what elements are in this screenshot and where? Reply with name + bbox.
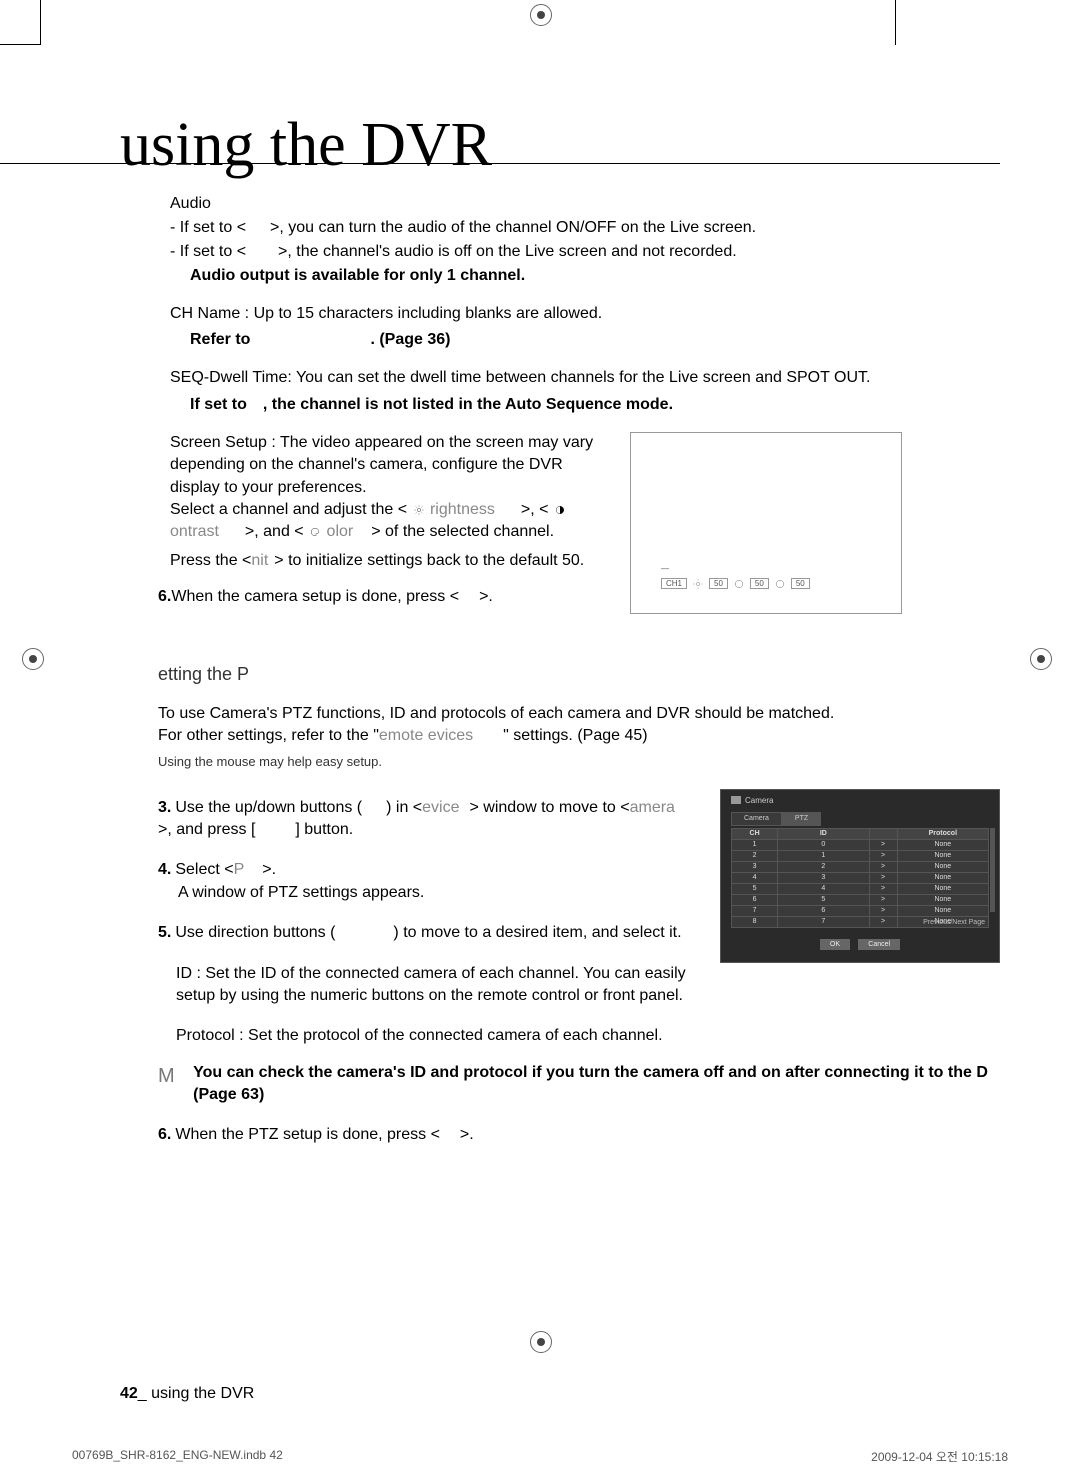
ptz-settings-screenshot: Camera Camera PTZ CH ID Protocol 10>None xyxy=(720,789,1000,963)
step-6-ptz: 6.When the PTZ setup is done, press <>. xyxy=(158,1124,1000,1146)
preview-brightness: 50 xyxy=(709,578,728,589)
preview-color: 50 xyxy=(791,578,810,589)
step-3: 3.Use the up/down buttons () in <evice> … xyxy=(158,797,700,842)
ptz-heading: etting the P xyxy=(158,664,1000,685)
page-footer: 42_ using the DVR xyxy=(120,1385,254,1403)
registration-mark xyxy=(530,1331,552,1353)
tab-camera[interactable]: Camera xyxy=(731,812,782,826)
registration-mark xyxy=(1030,648,1052,670)
cancel-button[interactable]: Cancel xyxy=(858,939,900,950)
protocol-description: Protocol : Set the protocol of the conne… xyxy=(176,1025,1000,1047)
screen-adjust-text: Select a channel and adjust the < rightn… xyxy=(170,499,610,544)
mouse-tip: Using the mouse may help easy setup. xyxy=(158,754,1000,769)
id-description: ID : Set the ID of the connected camera … xyxy=(176,963,700,1008)
scan-date: 2009-12-04 오전 10:15:18 xyxy=(871,1448,1008,1465)
chname-refer: Refer to. (Page 36) xyxy=(190,331,1000,349)
contrast-icon xyxy=(555,505,565,515)
tab-ptz[interactable]: PTZ xyxy=(782,812,821,826)
scrollbar[interactable] xyxy=(990,828,995,912)
pager-label: Previous/Next Page xyxy=(923,919,985,926)
registration-mark xyxy=(530,4,552,26)
chname-line: CH Name : Up to 15 characters including … xyxy=(170,303,1000,325)
preview-channel: CH1 xyxy=(661,578,687,589)
contrast-icon xyxy=(734,579,744,589)
ptz-table: CH ID Protocol 10>None 21>None 32>None 4… xyxy=(731,828,989,928)
registration-mark xyxy=(22,648,44,670)
screen-init-text: Press the <nit> to initialize settings b… xyxy=(170,550,610,572)
ptz-intro: To use Camera's PTZ functions, ID and pr… xyxy=(158,703,1000,748)
brightness-icon xyxy=(414,505,424,515)
scan-footer: 00769B_SHR-8162_ENG-NEW.indb 42 2009-12-… xyxy=(72,1448,1008,1465)
step-4: 4.Select <P>. A window of PTZ settings a… xyxy=(158,859,700,904)
audio-heading: Audio xyxy=(170,195,1000,213)
audio-line2: - If set to <>, the channel's audio is o… xyxy=(170,243,1000,261)
color-icon xyxy=(310,527,320,537)
brightness-icon xyxy=(693,579,703,589)
color-icon xyxy=(775,579,785,589)
audio-line1: - If set to <>, you can turn the audio o… xyxy=(170,219,1000,237)
screen-setup-text: Screen Setup : The video appeared on the… xyxy=(170,432,610,499)
note-icon: M xyxy=(158,1062,175,1090)
camera-icon xyxy=(731,796,741,804)
source-file: 00769B_SHR-8162_ENG-NEW.indb 42 xyxy=(72,1448,283,1465)
seq-note: If set to, the channel is not listed in … xyxy=(190,396,1000,414)
step-6-camera: 6.When the camera setup is done, press <… xyxy=(158,586,610,608)
preview-contrast: 50 xyxy=(750,578,769,589)
screen-setup-preview: — CH1 50 50 50 xyxy=(630,432,902,614)
ok-button[interactable]: OK xyxy=(820,939,850,950)
audio-note: Audio output is available for only 1 cha… xyxy=(190,267,1000,285)
step-5: 5.Use direction buttons () to move to a … xyxy=(158,922,700,944)
seq-line: SEQ-Dwell Time: You can set the dwell ti… xyxy=(170,367,1000,389)
note-block: M You can check the camera's ID and prot… xyxy=(158,1062,1000,1107)
